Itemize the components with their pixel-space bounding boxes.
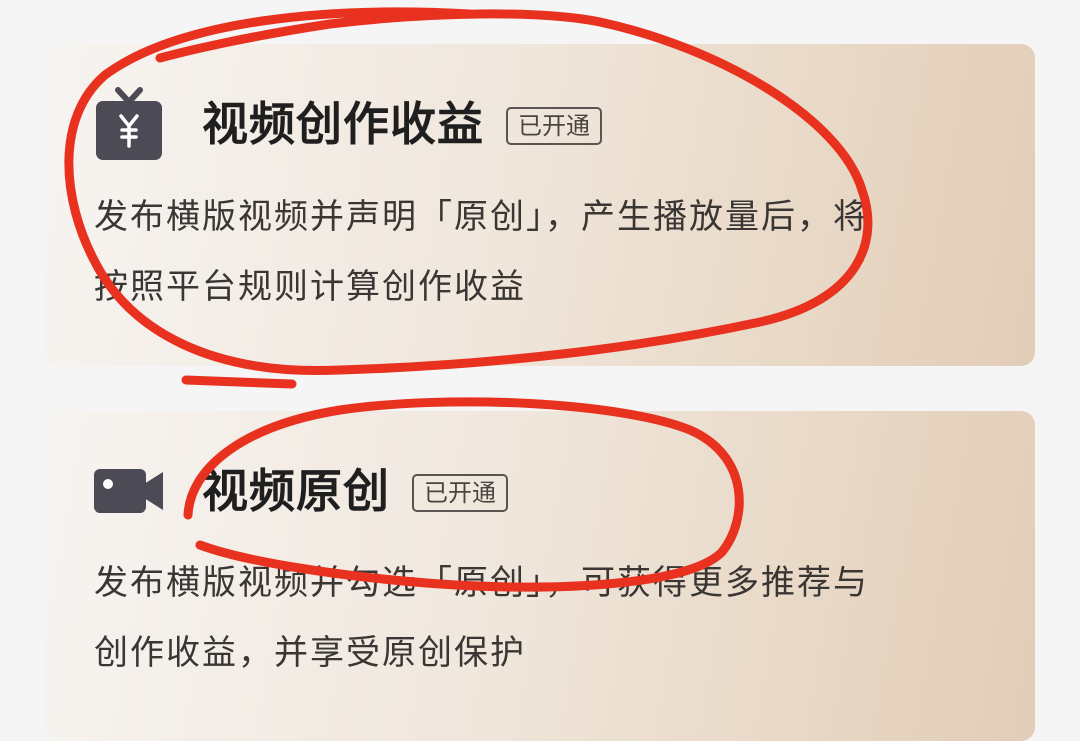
creation-revenue-card[interactable]: 视频创作收益 已开通 发布横版视频并声明「原创」，产生播放量后，将 按照平台规则… bbox=[46, 44, 1035, 366]
description-line: 按照平台规则计算创作收益 bbox=[94, 267, 526, 307]
card-title: 视频原创 bbox=[202, 464, 390, 518]
status-badge: 已开通 bbox=[506, 107, 602, 145]
card-header: 视频创作收益 已开通 bbox=[94, 86, 602, 162]
status-badge: 已开通 bbox=[412, 474, 508, 512]
red-stroke-tail bbox=[181, 375, 297, 389]
card-header: 视频原创 已开通 bbox=[94, 461, 508, 521]
description-line: 发布横版视频并声明「原创」，产生播放量后，将 bbox=[94, 197, 869, 237]
video-camera-icon bbox=[94, 461, 164, 521]
card-description: 发布横版视频并勾选「原创」，可获得更多推荐与 创作收益，并享受原创保护 bbox=[94, 548, 994, 688]
video-original-card[interactable]: 视频原创 已开通 发布横版视频并勾选「原创」，可获得更多推荐与 创作收益，并享受… bbox=[46, 411, 1035, 741]
card-title: 视频创作收益 bbox=[202, 97, 484, 151]
description-line: 创作收益，并享受原创保护 bbox=[94, 633, 526, 673]
description-line: 发布横版视频并勾选「原创」，可获得更多推荐与 bbox=[94, 563, 869, 603]
card-description: 发布横版视频并声明「原创」，产生播放量后，将 按照平台规则计算创作收益 bbox=[94, 182, 994, 322]
tv-yuan-icon bbox=[94, 86, 164, 162]
